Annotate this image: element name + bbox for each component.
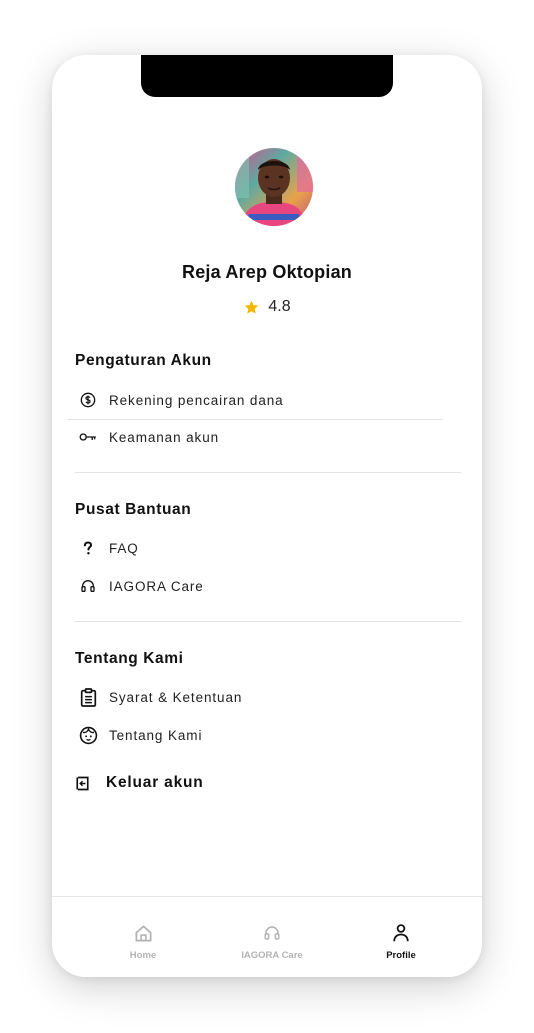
section-title-tentang-kami: Tentang Kami: [75, 650, 184, 667]
nav-home[interactable]: Home: [83, 921, 203, 961]
home-icon: [83, 921, 203, 945]
person-icon: [341, 921, 461, 945]
profile-name: Reja Arep Oktopian: [182, 262, 352, 282]
headset-icon: [212, 921, 332, 945]
question-mark-icon: [77, 537, 99, 559]
section-divider: [75, 621, 461, 622]
divider: [68, 419, 443, 420]
star-icon: [243, 299, 260, 316]
nav-profile[interactable]: Profile: [341, 921, 461, 961]
nav-label: Home: [129, 950, 157, 961]
logout-icon: [75, 774, 93, 792]
nav-label: IAGORA Care: [241, 950, 303, 961]
bottom-navigation: Home IAGORA Care Profile: [52, 896, 482, 977]
menu-item-faq[interactable]: FAQ: [75, 533, 455, 563]
menu-item-iagora-care[interactable]: IAGORA Care: [75, 571, 455, 601]
avatar: [235, 148, 313, 226]
profile-rating: 4.8: [52, 298, 482, 316]
nav-iagora-care[interactable]: IAGORA Care: [212, 921, 332, 961]
dollar-circle-icon: [77, 389, 99, 411]
menu-item-tentang-kami[interactable]: Tentang Kami: [75, 720, 455, 750]
rating-value: 4.8: [268, 298, 291, 315]
nav-label: Profile: [386, 950, 416, 961]
key-icon: [77, 426, 99, 448]
section-title-pengaturan-akun: Pengaturan Akun: [75, 352, 212, 369]
logout-button[interactable]: Keluar akun: [75, 771, 204, 795]
face-icon: [77, 724, 99, 746]
menu-item-label: Rekening pencairan dana: [109, 392, 284, 408]
section-divider: [75, 472, 461, 473]
logout-label: Keluar akun: [106, 774, 204, 791]
clipboard-icon: [77, 686, 99, 708]
menu-item-rekening[interactable]: Rekening pencairan dana: [75, 385, 455, 415]
menu-item-label: Keamanan akun: [109, 429, 220, 445]
menu-item-keamanan[interactable]: Keamanan akun: [75, 422, 455, 452]
phone-notch: [141, 55, 393, 97]
menu-item-label: IAGORA Care: [109, 578, 204, 594]
menu-item-label: Tentang Kami: [109, 727, 203, 743]
headset-icon: [77, 575, 99, 597]
menu-item-label: Syarat & Ketentuan: [109, 689, 243, 705]
menu-item-label: FAQ: [109, 540, 139, 556]
phone-frame: Reja Arep Oktopian 4.8 Pengaturan Akun R…: [52, 55, 482, 977]
menu-item-syarat-ketentuan[interactable]: Syarat & Ketentuan: [75, 682, 455, 712]
section-title-pusat-bantuan: Pusat Bantuan: [75, 501, 192, 518]
